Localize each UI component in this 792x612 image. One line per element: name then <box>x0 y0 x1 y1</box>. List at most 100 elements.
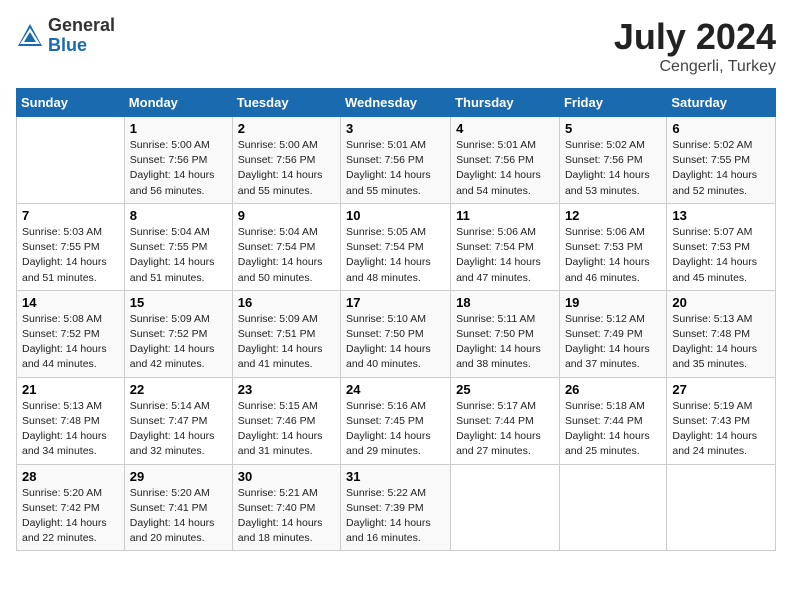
calendar-week-row: 21 Sunrise: 5:13 AMSunset: 7:48 PMDayligh… <box>17 377 776 464</box>
calendar-cell: 13 Sunrise: 5:07 AMSunset: 7:53 PMDayligh… <box>667 203 776 290</box>
day-number: 14 <box>22 295 119 310</box>
calendar-cell: 20 Sunrise: 5:13 AMSunset: 7:48 PMDayligh… <box>667 290 776 377</box>
day-number: 4 <box>456 121 554 136</box>
weekday-header: Saturday <box>667 89 776 117</box>
weekday-header: Friday <box>559 89 666 117</box>
day-number: 18 <box>456 295 554 310</box>
day-number: 5 <box>565 121 661 136</box>
calendar-body: 1 Sunrise: 5:00 AMSunset: 7:56 PMDaylight… <box>17 117 776 551</box>
day-number: 19 <box>565 295 661 310</box>
calendar-cell: 15 Sunrise: 5:09 AMSunset: 7:52 PMDayligh… <box>124 290 232 377</box>
calendar-cell <box>667 464 776 551</box>
weekday-header: Tuesday <box>232 89 340 117</box>
calendar-cell: 9Sunrise: 5:04 AMSunset: 7:54 PMDaylight… <box>232 203 340 290</box>
weekday-row: SundayMondayTuesdayWednesdayThursdayFrid… <box>17 89 776 117</box>
day-info: Sunrise: 5:12 AMSunset: 7:49 PMDaylight:… <box>565 312 661 373</box>
day-number: 21 <box>22 382 119 397</box>
weekday-header: Thursday <box>451 89 560 117</box>
weekday-header: Sunday <box>17 89 125 117</box>
day-info: Sunrise: 5:21 AMSunset: 7:40 PMDaylight:… <box>238 486 335 547</box>
day-info: Sunrise: 5:22 AMSunset: 7:39 PMDaylight:… <box>346 486 445 547</box>
day-info: Sunrise: 5:13 AMSunset: 7:48 PMDaylight:… <box>672 312 770 373</box>
calendar-cell: 26 Sunrise: 5:18 AMSunset: 7:44 PMDayligh… <box>559 377 666 464</box>
logo-general-text: General <box>48 15 115 35</box>
calendar-cell <box>451 464 560 551</box>
day-info: Sunrise: 5:02 AMSunset: 7:55 PMDaylight:… <box>672 138 770 199</box>
day-info: Sunrise: 5:08 AMSunset: 7:52 PMDaylight:… <box>22 312 119 373</box>
calendar-cell: 12 Sunrise: 5:06 AMSunset: 7:53 PMDayligh… <box>559 203 666 290</box>
day-info: Sunrise: 5:10 AMSunset: 7:50 PMDaylight:… <box>346 312 445 373</box>
day-number: 1 <box>130 121 227 136</box>
logo-blue-text: Blue <box>48 35 87 55</box>
calendar-cell: 10Sunrise: 5:05 AMSunset: 7:54 PMDayligh… <box>341 203 451 290</box>
day-number: 28 <box>22 469 119 484</box>
logo-icon <box>16 22 44 50</box>
calendar-cell: 24 Sunrise: 5:16 AMSunset: 7:45 PMDayligh… <box>341 377 451 464</box>
day-info: Sunrise: 5:01 AMSunset: 7:56 PMDaylight:… <box>456 138 554 199</box>
calendar-cell: 31 Sunrise: 5:22 AMSunset: 7:39 PMDayligh… <box>341 464 451 551</box>
day-number: 15 <box>130 295 227 310</box>
day-number: 31 <box>346 469 445 484</box>
day-number: 2 <box>238 121 335 136</box>
calendar-header: SundayMondayTuesdayWednesdayThursdayFrid… <box>17 89 776 117</box>
calendar-cell: 21 Sunrise: 5:13 AMSunset: 7:48 PMDayligh… <box>17 377 125 464</box>
day-number: 20 <box>672 295 770 310</box>
day-number: 13 <box>672 208 770 223</box>
calendar-cell: 25Sunrise: 5:17 AMSunset: 7:44 PMDayligh… <box>451 377 560 464</box>
day-number: 22 <box>130 382 227 397</box>
day-info: Sunrise: 5:06 AMSunset: 7:53 PMDaylight:… <box>565 225 661 286</box>
day-info: Sunrise: 5:16 AMSunset: 7:45 PMDaylight:… <box>346 399 445 460</box>
calendar-table: SundayMondayTuesdayWednesdayThursdayFrid… <box>16 88 776 551</box>
calendar-week-row: 28 Sunrise: 5:20 AMSunset: 7:42 PMDayligh… <box>17 464 776 551</box>
day-info: Sunrise: 5:04 AMSunset: 7:54 PMDaylight:… <box>238 225 335 286</box>
day-info: Sunrise: 5:06 AMSunset: 7:54 PMDaylight:… <box>456 225 554 286</box>
calendar-cell: 17Sunrise: 5:10 AMSunset: 7:50 PMDayligh… <box>341 290 451 377</box>
calendar-cell: 23Sunrise: 5:15 AMSunset: 7:46 PMDayligh… <box>232 377 340 464</box>
day-info: Sunrise: 5:03 AMSunset: 7:55 PMDaylight:… <box>22 225 119 286</box>
day-info: Sunrise: 5:09 AMSunset: 7:51 PMDaylight:… <box>238 312 335 373</box>
calendar-cell: 18Sunrise: 5:11 AMSunset: 7:50 PMDayligh… <box>451 290 560 377</box>
calendar-cell: 5 Sunrise: 5:02 AMSunset: 7:56 PMDaylight… <box>559 117 666 204</box>
weekday-header: Monday <box>124 89 232 117</box>
day-info: Sunrise: 5:01 AMSunset: 7:56 PMDaylight:… <box>346 138 445 199</box>
day-number: 12 <box>565 208 661 223</box>
calendar-cell: 27 Sunrise: 5:19 AMSunset: 7:43 PMDayligh… <box>667 377 776 464</box>
calendar-cell: 8Sunrise: 5:04 AMSunset: 7:55 PMDaylight… <box>124 203 232 290</box>
day-number: 24 <box>346 382 445 397</box>
day-info: Sunrise: 5:13 AMSunset: 7:48 PMDaylight:… <box>22 399 119 460</box>
calendar-cell: 6Sunrise: 5:02 AMSunset: 7:55 PMDaylight… <box>667 117 776 204</box>
day-info: Sunrise: 5:02 AMSunset: 7:56 PMDaylight:… <box>565 138 661 199</box>
day-info: Sunrise: 5:07 AMSunset: 7:53 PMDaylight:… <box>672 225 770 286</box>
calendar-cell: 2 Sunrise: 5:00 AMSunset: 7:56 PMDaylight… <box>232 117 340 204</box>
day-info: Sunrise: 5:00 AMSunset: 7:56 PMDaylight:… <box>130 138 227 199</box>
day-info: Sunrise: 5:09 AMSunset: 7:52 PMDaylight:… <box>130 312 227 373</box>
day-number: 11 <box>456 208 554 223</box>
day-number: 3 <box>346 121 445 136</box>
logo: General Blue <box>16 16 115 56</box>
calendar-cell: 1 Sunrise: 5:00 AMSunset: 7:56 PMDaylight… <box>124 117 232 204</box>
calendar-cell: 30 Sunrise: 5:21 AMSunset: 7:40 PMDayligh… <box>232 464 340 551</box>
calendar-cell <box>17 117 125 204</box>
page-header: General Blue July 2024 Cengerli, Turkey <box>16 16 776 76</box>
day-info: Sunrise: 5:20 AMSunset: 7:42 PMDaylight:… <box>22 486 119 547</box>
calendar-cell: 3 Sunrise: 5:01 AMSunset: 7:56 PMDaylight… <box>341 117 451 204</box>
calendar-cell: 19 Sunrise: 5:12 AMSunset: 7:49 PMDayligh… <box>559 290 666 377</box>
calendar-week-row: 7Sunrise: 5:03 AMSunset: 7:55 PMDaylight… <box>17 203 776 290</box>
day-info: Sunrise: 5:20 AMSunset: 7:41 PMDaylight:… <box>130 486 227 547</box>
calendar-cell: 22Sunrise: 5:14 AMSunset: 7:47 PMDayligh… <box>124 377 232 464</box>
day-info: Sunrise: 5:18 AMSunset: 7:44 PMDaylight:… <box>565 399 661 460</box>
day-info: Sunrise: 5:00 AMSunset: 7:56 PMDaylight:… <box>238 138 335 199</box>
calendar-week-row: 14 Sunrise: 5:08 AMSunset: 7:52 PMDayligh… <box>17 290 776 377</box>
day-number: 25 <box>456 382 554 397</box>
calendar-cell: 29Sunrise: 5:20 AMSunset: 7:41 PMDayligh… <box>124 464 232 551</box>
weekday-header: Wednesday <box>341 89 451 117</box>
day-number: 23 <box>238 382 335 397</box>
day-number: 26 <box>565 382 661 397</box>
day-number: 16 <box>238 295 335 310</box>
day-number: 30 <box>238 469 335 484</box>
day-number: 10 <box>346 208 445 223</box>
day-info: Sunrise: 5:19 AMSunset: 7:43 PMDaylight:… <box>672 399 770 460</box>
calendar-cell: 7Sunrise: 5:03 AMSunset: 7:55 PMDaylight… <box>17 203 125 290</box>
day-number: 27 <box>672 382 770 397</box>
calendar-cell: 14 Sunrise: 5:08 AMSunset: 7:52 PMDayligh… <box>17 290 125 377</box>
